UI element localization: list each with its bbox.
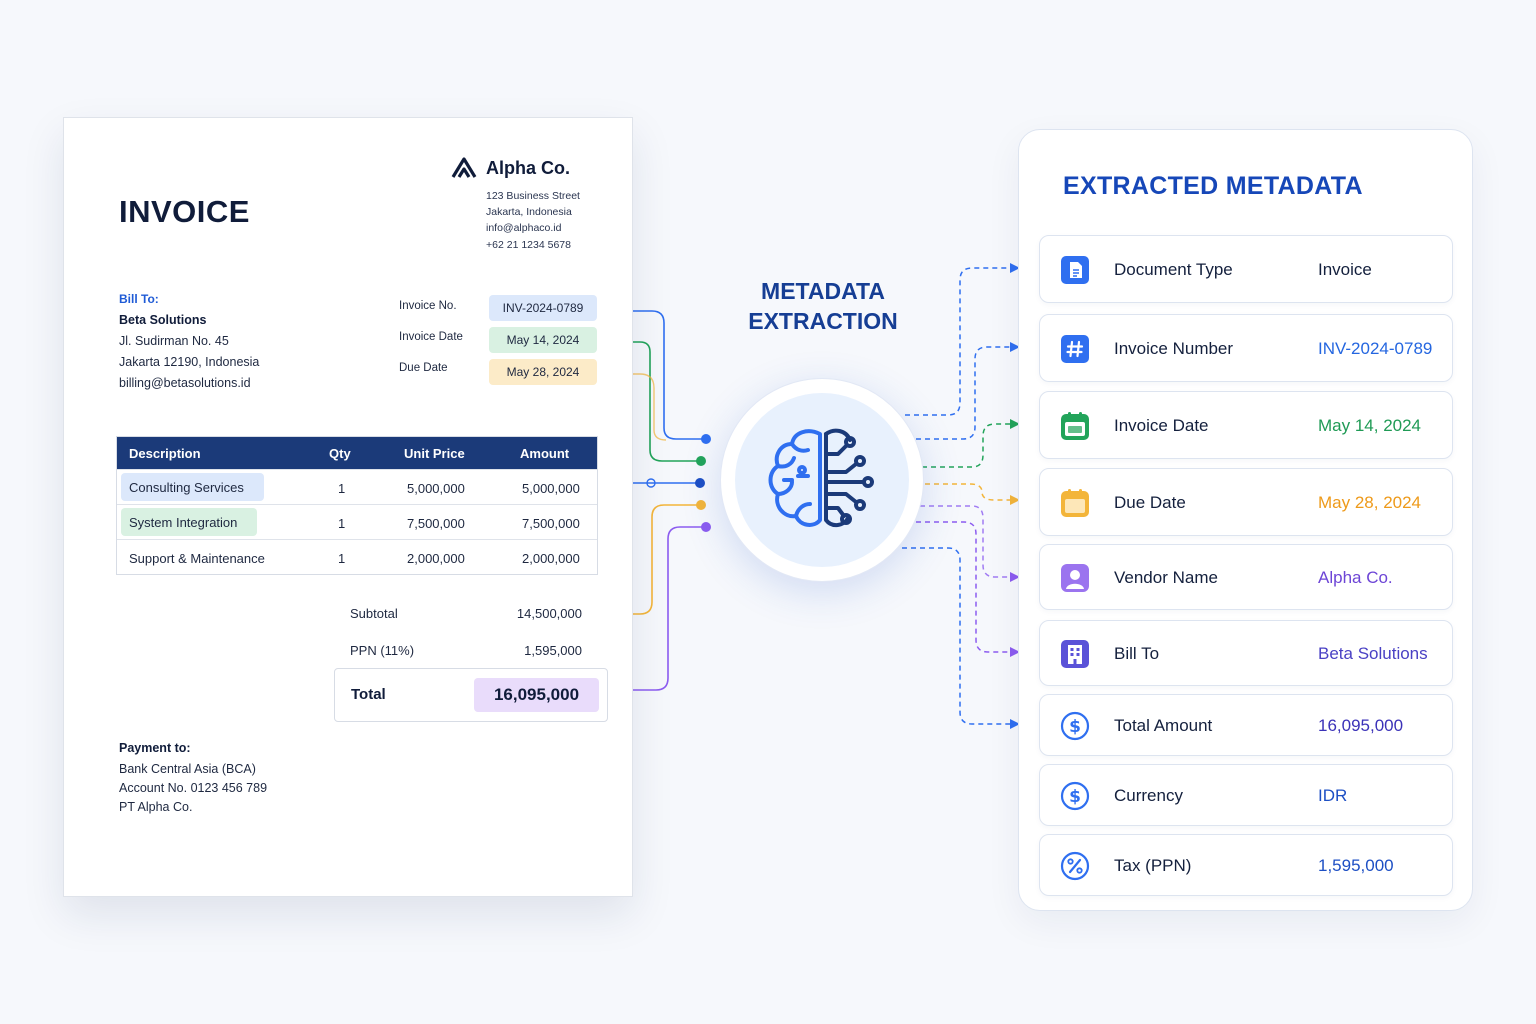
card-label: Invoice Number [1114,339,1234,358]
payment-label: Payment to: [119,741,191,755]
company-address-line: 123 Business Street [486,190,580,202]
company-email: info@alphaco.id [486,222,562,234]
tax-value: 1,595,000 [524,643,582,658]
invoice-date-label: Invoice Date [399,331,463,343]
row-unit-price: 7,500,000 [407,516,465,531]
bill-to-address: Jl. Sudirman No. 45 [119,334,229,348]
total-label: Total [351,686,386,703]
card-label: Document Type [1114,260,1233,279]
center-title-line1: METADATA [761,278,885,304]
card-value: Beta Solutions [1318,644,1428,663]
invoice-title: INVOICE [119,194,250,229]
due-date-value: May 28, 2024 [489,359,597,385]
hash-icon [1061,335,1089,363]
bill-to-label: Bill To: [119,292,159,306]
card-value: IDR [1318,786,1348,805]
subtotal-label: Subtotal [350,606,398,621]
card-label: Currency [1114,786,1183,805]
alpha-logo-icon [451,157,477,178]
bill-to-city: Jakarta 12190, Indonesia [119,355,260,369]
row-qty: 1 [338,551,346,566]
invoice-document: INVOICE Alpha Co. 123 Business Street Ja… [63,117,633,897]
document-icon [1061,256,1089,284]
svg-text:$: $ [1069,717,1081,737]
payment-bank: Bank Central Asia (BCA) [119,762,256,776]
total-value: 16,095,000 [474,678,599,712]
panel-title: EXTRACTED METADATA [1063,172,1363,200]
card-label: Total Amount [1114,716,1213,735]
invoice-date-value: May 14, 2024 [489,327,597,353]
company-phone: +62 21 1234 5678 [486,239,571,251]
card-value: May 28, 2024 [1318,493,1422,512]
table-header: Description Qty Unit Price Amount [117,437,597,469]
row-amount: 2,000,000 [522,551,580,566]
company-address-line: Jakarta, Indonesia [486,206,572,218]
table-row: Consulting Services 1 5,000,000 5,000,00… [117,469,597,504]
row-unit-price: 2,000,000 [407,551,465,566]
subtotal-value: 14,500,000 [516,606,582,621]
user-icon [1061,564,1089,592]
total-box: Total 16,095,000 [334,668,608,722]
card-value: Invoice [1318,260,1372,279]
bill-to-name: Beta Solutions [119,313,207,327]
building-icon [1061,640,1089,668]
row-description: Support & Maintenance [129,551,265,566]
brain-circuit-icon [768,428,874,527]
metadata-card-total-amount[interactable]: $ Total Amount 16,095,000 [1039,694,1453,756]
dollar-icon: $ [1060,711,1090,741]
header-unit-price: Unit Price [404,446,465,461]
metadata-card-document-type[interactable]: Document Type Invoice [1039,235,1453,303]
card-label: Invoice Date [1114,416,1209,435]
metadata-card-invoice-number[interactable]: Invoice Number INV-2024-0789 [1039,314,1453,382]
header-qty: Qty [329,446,351,461]
card-label: Bill To [1114,644,1160,663]
card-value: 1,595,000 [1318,856,1394,875]
invoice-number-value: INV-2024-0789 [489,295,597,321]
metadata-card-bill-to[interactable]: Bill To Beta Solutions [1039,620,1453,686]
due-date-label: Due Date [399,362,448,374]
metadata-card-currency[interactable]: $ Currency IDR [1039,764,1453,826]
row-qty: 1 [338,481,346,496]
row-description: Consulting Services [121,473,264,501]
extracted-metadata-panel: EXTRACTED METADATA Document Type Invoice… [1018,129,1473,911]
payment-recipient: PT Alpha Co. [119,800,193,814]
metadata-card-due-date[interactable]: Due Date May 28, 2024 [1039,468,1453,536]
table-row: System Integration 1 7,500,000 7,500,000 [117,504,597,539]
table-row: Support & Maintenance 1 2,000,000 2,000,… [117,539,597,574]
payment-account: Account No. 0123 456 789 [119,781,268,795]
dollar-icon: $ [1060,781,1090,811]
card-label: Vendor Name [1114,568,1218,587]
metadata-card-tax[interactable]: Tax (PPN) 1,595,000 [1039,834,1453,896]
card-value: Alpha Co. [1318,568,1393,587]
row-description: System Integration [121,508,258,536]
card-value: INV-2024-0789 [1318,339,1433,358]
card-value: 16,095,000 [1318,716,1404,735]
header-amount: Amount [520,446,570,461]
row-amount: 5,000,000 [522,481,580,496]
row-qty: 1 [338,516,346,531]
row-unit-price: 5,000,000 [407,481,465,496]
center-title-line2: EXTRACTION [748,308,898,334]
company-name: Alpha Co. [486,158,570,178]
metadata-card-invoice-date[interactable]: Invoice Date May 14, 2024 [1039,391,1453,459]
tax-label: PPN (11%) [350,643,415,658]
card-label: Tax (PPN) [1114,856,1192,875]
percent-icon [1060,851,1090,881]
line-items-table: Description Qty Unit Price Amount Consul… [116,436,598,575]
calendar-icon [1061,489,1089,517]
brain-hub [720,378,924,582]
bill-to-email: billing@betasolutions.id [119,376,251,390]
row-amount: 7,500,000 [522,516,580,531]
header-description: Description [129,446,201,461]
svg-text:$: $ [1069,787,1081,807]
brain-hub-inner [735,393,909,567]
card-label: Due Date [1114,493,1186,512]
calendar-icon [1061,412,1089,440]
center-title: METADATA EXTRACTION [718,276,928,336]
invoice-number-label: Invoice No. [399,300,457,312]
metadata-card-vendor-name[interactable]: Vendor Name Alpha Co. [1039,544,1453,610]
card-value: May 14, 2024 [1318,416,1422,435]
